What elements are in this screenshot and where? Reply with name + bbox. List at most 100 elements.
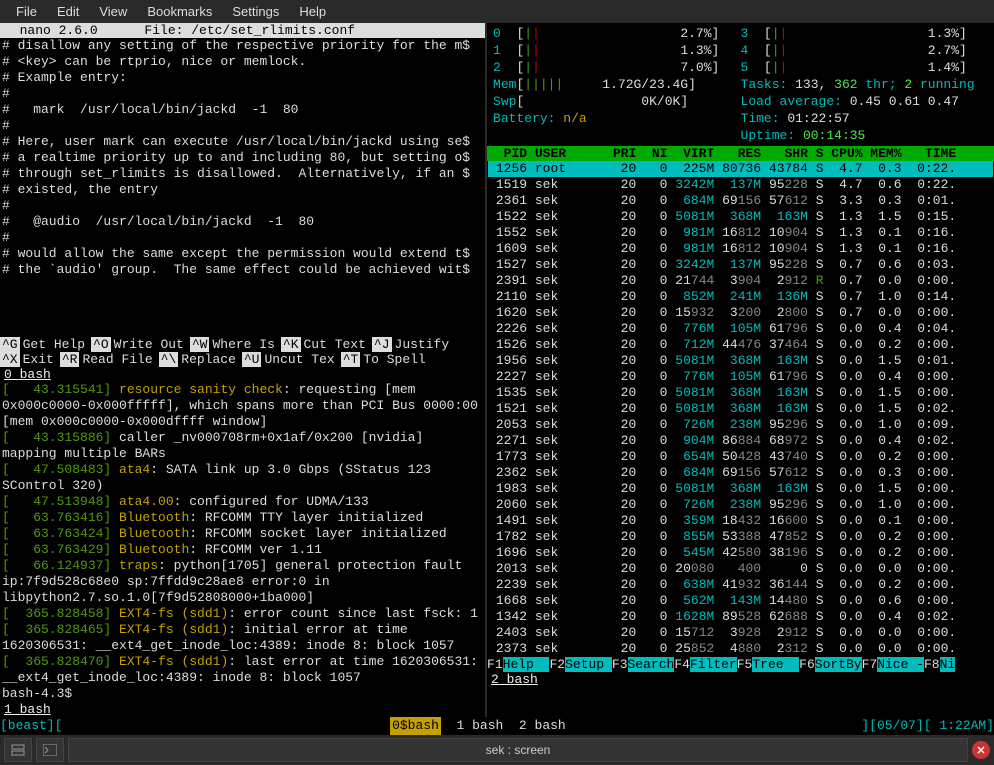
htop-row[interactable]: 1620 sek 20 0 15932 3200 2800 S 0.7 0.0 … (488, 305, 993, 321)
screen-tab-left-0[interactable]: 0 bash (0, 367, 485, 382)
fkey-label: Search (628, 657, 675, 672)
status-win-1[interactable]: 1 bash (457, 717, 504, 735)
htop-row[interactable]: 2239 sek 20 0 638M 41932 36144 S 0.0 0.2… (488, 577, 993, 593)
shortcut-key: ^W (190, 337, 210, 352)
menu-view[interactable]: View (89, 2, 137, 21)
fkey[interactable]: F3 (612, 657, 628, 672)
htop-row[interactable]: 1983 sek 20 0 5081M 368M 163M S 0.0 1.5 … (488, 481, 993, 497)
shortcut-key: ^J (372, 337, 392, 352)
htop-row[interactable]: 1552 sek 20 0 981M 16812 10904 S 1.3 0.1… (488, 225, 993, 241)
menu-file[interactable]: File (6, 2, 47, 21)
htop-row[interactable]: 1521 sek 20 0 5081M 368M 163M S 0.0 1.5 … (488, 401, 993, 417)
htop-row[interactable]: 1773 sek 20 0 654M 50428 43740 S 0.0 0.2… (488, 449, 993, 465)
menu-bookmarks[interactable]: Bookmarks (137, 2, 222, 21)
status-win-2[interactable]: 2 bash (519, 717, 566, 735)
htop-row[interactable]: 2110 sek 20 0 852M 241M 136M S 0.7 1.0 0… (488, 289, 993, 305)
nano-shortcut[interactable]: ^KCut Text (281, 337, 372, 352)
shell-prompt[interactable]: bash-4.3$ (2, 686, 72, 701)
fkey[interactable]: F6 (799, 657, 815, 672)
htop-row[interactable]: 1782 sek 20 0 855M 53388 47852 S 0.0 0.2… (488, 529, 993, 545)
fkey[interactable]: F4 (674, 657, 690, 672)
htop-row[interactable]: 1342 sek 20 0 1628M 89528 62688 S 0.0 0.… (488, 609, 993, 625)
close-icon (976, 745, 986, 755)
htop-row[interactable]: 2361 sek 20 0 684M 69156 57612 S 3.3 0.3… (488, 193, 993, 209)
htop-row[interactable]: 2060 sek 20 0 726M 238M 95296 S 0.0 1.0 … (488, 497, 993, 513)
status-win-0[interactable]: 0$bash (390, 717, 441, 735)
taskbar-close-button[interactable] (972, 741, 990, 759)
htop-row[interactable]: 1491 sek 20 0 359M 18432 16600 S 0.0 0.1… (488, 513, 993, 529)
shortcut-label: Replace (178, 352, 242, 367)
nano-shortcut[interactable]: ^XExit (0, 352, 60, 367)
nano-shortcut[interactable]: ^JJustify (372, 337, 455, 352)
htop-row[interactable]: 1519 sek 20 0 3242M 137M 95228 S 4.7 0.6… (488, 177, 993, 193)
menu-edit[interactable]: Edit (47, 2, 89, 21)
taskbar-button-left[interactable] (4, 738, 32, 762)
shortcut-label: Where Is (209, 337, 280, 352)
fkey-label: SortBy (815, 657, 862, 672)
taskbar: sek : screen (0, 735, 994, 765)
nano-shortcuts: ^GGet Help^OWrite Out^WWhere Is^KCut Tex… (0, 337, 485, 367)
htop-row[interactable]: 1522 sek 20 0 5081M 368M 163M S 1.3 1.5 … (488, 209, 993, 225)
shortcut-key: ^X (0, 352, 20, 367)
left-pane[interactable]: nano 2.6.0 File: /etc/set_rlimits.conf #… (0, 23, 487, 717)
htop-row[interactable]: 2391 sek 20 0 21744 3904 2912 R 0.7 0.0 … (488, 273, 993, 289)
htop-row[interactable]: 1956 sek 20 0 5081M 368M 163M S 0.0 1.5 … (488, 353, 993, 369)
shortcut-label: Exit (20, 352, 60, 367)
htop-row[interactable]: 2227 sek 20 0 776M 105M 61796 S 0.0 0.4 … (488, 369, 993, 385)
shortcut-label: Write Out (111, 337, 190, 352)
htop-row[interactable]: 2226 sek 20 0 776M 105M 61796 S 0.0 0.4 … (488, 321, 993, 337)
nano-editor-body[interactable]: # disallow any setting of the respective… (0, 38, 485, 337)
menubar: File Edit View Bookmarks Settings Help (0, 0, 994, 23)
htop-row[interactable]: 1256 root 20 0 225M 80736 43784 S 4.7 0.… (488, 161, 993, 177)
shortcut-label: Get Help (20, 337, 91, 352)
right-pane[interactable]: 0 [|| 2.7%]3 [|| 1.3%]1 [|| 1.3%]4 [|| 2… (487, 23, 994, 717)
htop-row[interactable]: 2271 sek 20 0 904M 86884 68972 S 0.0 0.4… (488, 433, 993, 449)
htop-row[interactable]: 2362 sek 20 0 684M 69156 57612 S 0.0 0.3… (488, 465, 993, 481)
htop-row[interactable]: 1609 sek 20 0 981M 16812 10904 S 1.3 0.1… (488, 241, 993, 257)
htop-row[interactable]: 2013 sek 20 0 20080 400 0 S 0.0 0.0 0:00… (488, 561, 993, 577)
htop-row[interactable]: 2403 sek 20 0 15712 3928 2912 S 0.0 0.0 … (488, 625, 993, 641)
shortcut-key: ^T (341, 352, 361, 367)
dmesg-line: [ 365.828470] EXT4-fs (sdd1): last error… (2, 654, 483, 686)
dmesg-line: [ 63.763429] Bluetooth: RFCOMM ver 1.11 (2, 542, 483, 558)
nano-shortcut[interactable]: ^WWhere Is (190, 337, 281, 352)
menu-settings[interactable]: Settings (222, 2, 289, 21)
htop-row[interactable]: 2373 sek 20 0 25852 4880 2312 S 0.0 0.0 … (488, 641, 993, 657)
htop-fkeys[interactable]: F1Help F2Setup F3SearchF4FilterF5Tree F6… (487, 657, 994, 672)
nano-shortcut[interactable]: ^GGet Help (0, 337, 91, 352)
taskbar-button-term[interactable] (36, 738, 64, 762)
screen-tab-right[interactable]: 2 bash (487, 672, 994, 687)
nano-shortcut[interactable]: ^UUncut Tex (242, 352, 341, 367)
htop-row[interactable]: 1527 sek 20 0 3242M 137M 95228 S 0.7 0.6… (488, 257, 993, 273)
fkey[interactable]: F7 (862, 657, 878, 672)
nano-shortcut[interactable]: ^OWrite Out (91, 337, 190, 352)
fkey[interactable]: F8 (924, 657, 940, 672)
htop-header[interactable]: PID USER PRI NI VIRT RES SHR S CPU% MEM%… (487, 146, 994, 161)
fkey[interactable]: F1 (487, 657, 503, 672)
fkey-label: Filter (690, 657, 737, 672)
dmesg-output[interactable]: [ 43.315541] resource sanity check: requ… (0, 382, 485, 702)
htop-process-list[interactable]: 1256 root 20 0 225M 80736 43784 S 4.7 0.… (487, 161, 994, 657)
htop-row[interactable]: 1526 sek 20 0 712M 44476 37464 S 0.0 0.2… (488, 337, 993, 353)
htop-row[interactable]: 1535 sek 20 0 5081M 368M 163M S 0.0 1.5 … (488, 385, 993, 401)
fkey[interactable]: F5 (737, 657, 753, 672)
htop-meters: 0 [|| 2.7%]3 [|| 1.3%]1 [|| 1.3%]4 [|| 2… (487, 23, 994, 146)
htop-row[interactable]: 1668 sek 20 0 562M 143M 14480 S 0.0 0.6 … (488, 593, 993, 609)
fkey[interactable]: F2 (549, 657, 565, 672)
nano-shortcut[interactable]: ^RRead File (60, 352, 159, 367)
dmesg-line: [ 47.513948] ata4.00: configured for UDM… (2, 494, 483, 510)
screen-statusline: [beast] [ 0$bash 1 bash 2 bash ][05/07][… (0, 717, 994, 735)
dmesg-line: [ 365.828458] EXT4-fs (sdd1): error coun… (2, 606, 483, 622)
nano-shortcut[interactable]: ^\Replace (159, 352, 242, 367)
dmesg-line: [ 43.315541] resource sanity check: requ… (2, 382, 483, 430)
htop-row[interactable]: 1696 sek 20 0 545M 42580 38196 S 0.0 0.2… (488, 545, 993, 561)
taskbar-active-window[interactable]: sek : screen (68, 738, 968, 762)
nano-shortcut[interactable]: ^TTo Spell (341, 352, 432, 367)
menu-help[interactable]: Help (289, 2, 336, 21)
htop-row[interactable]: 2053 sek 20 0 726M 238M 95296 S 0.0 1.0 … (488, 417, 993, 433)
dmesg-line: [ 47.508483] ata4: SATA link up 3.0 Gbps… (2, 462, 483, 494)
screen-tab-left-1[interactable]: 1 bash (0, 702, 485, 717)
terminal-area[interactable]: nano 2.6.0 File: /etc/set_rlimits.conf #… (0, 23, 994, 735)
screen-tab-label: 0 bash (4, 367, 51, 382)
shortcut-label: Cut Text (301, 337, 372, 352)
